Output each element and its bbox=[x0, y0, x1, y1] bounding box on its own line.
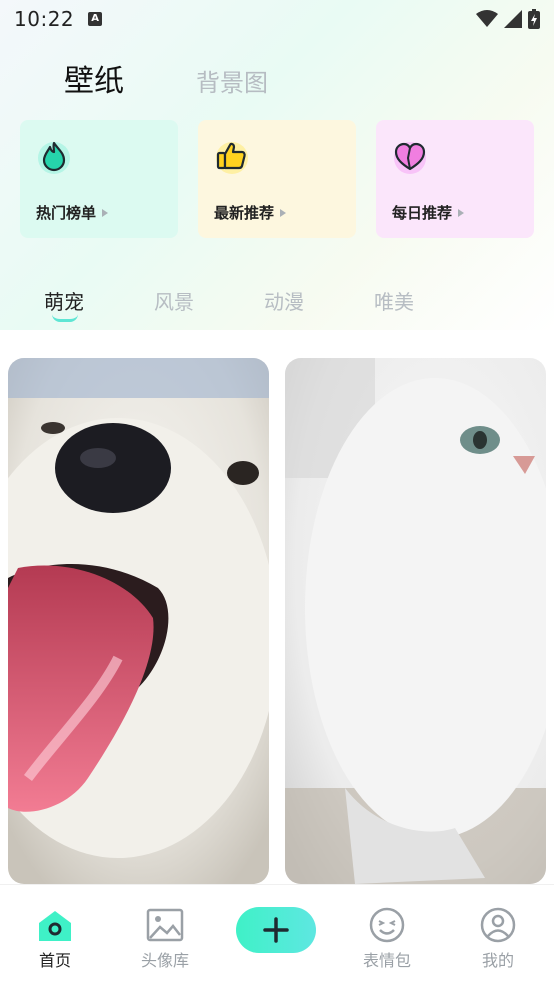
card-latest-recommend[interactable]: 最新推荐 bbox=[198, 120, 356, 238]
nav-label: 我的 bbox=[481, 951, 514, 970]
nav-avatar-library[interactable]: 头像库 bbox=[120, 907, 210, 971]
wifi-icon bbox=[476, 10, 498, 27]
wallpaper-grid bbox=[8, 358, 546, 884]
card-label: 最新推荐 bbox=[214, 202, 287, 223]
tab-wallpaper[interactable]: 壁纸 bbox=[64, 56, 124, 100]
tab-pets[interactable]: 萌宠 bbox=[44, 286, 154, 322]
battery-icon bbox=[528, 9, 540, 29]
tab-background[interactable]: 背景图 bbox=[196, 63, 268, 100]
nav-mine[interactable]: 我的 bbox=[453, 907, 543, 971]
status-bar: 10:22 A bbox=[0, 0, 554, 38]
thumbs-up-icon bbox=[214, 138, 250, 174]
flame-icon bbox=[36, 138, 72, 174]
notification-icon: A bbox=[88, 12, 103, 26]
top-tabs: 壁纸 背景图 bbox=[64, 56, 268, 100]
category-tabs: 萌宠 风景 动漫 唯美 bbox=[44, 286, 484, 322]
nav-home[interactable]: 首页 bbox=[10, 907, 100, 971]
card-label: 热门榜单 bbox=[36, 202, 109, 223]
active-tab-indicator bbox=[52, 314, 78, 322]
tab-anime[interactable]: 动漫 bbox=[264, 286, 374, 315]
plus-icon bbox=[263, 917, 289, 943]
nav-label: 首页 bbox=[38, 951, 71, 970]
status-indicators bbox=[476, 9, 540, 29]
image-icon bbox=[146, 908, 184, 942]
add-button[interactable] bbox=[236, 907, 316, 953]
signal-icon bbox=[504, 10, 522, 28]
arrow-right-icon bbox=[280, 208, 287, 217]
nav-label: 表情包 bbox=[362, 951, 411, 970]
feature-cards: 热门榜单 最新推荐 每日推荐 bbox=[20, 120, 534, 238]
tab-aesthetic[interactable]: 唯美 bbox=[374, 286, 484, 315]
tab-scenery[interactable]: 风景 bbox=[154, 286, 264, 315]
bottom-nav: 首页 头像库 表情包 我的 bbox=[0, 884, 554, 984]
card-hot-ranking[interactable]: 热门榜单 bbox=[20, 120, 178, 238]
card-label: 每日推荐 bbox=[392, 202, 465, 223]
smiley-icon bbox=[369, 907, 405, 943]
user-icon bbox=[480, 907, 516, 943]
arrow-right-icon bbox=[458, 208, 465, 217]
card-daily-recommend[interactable]: 每日推荐 bbox=[376, 120, 534, 238]
heart-icon bbox=[392, 138, 428, 174]
wallpaper-cat[interactable] bbox=[285, 358, 546, 884]
status-time: 10:22 bbox=[14, 7, 75, 31]
wallpaper-dog[interactable] bbox=[8, 358, 269, 884]
nav-stickers[interactable]: 表情包 bbox=[342, 907, 432, 971]
home-icon bbox=[39, 911, 71, 941]
arrow-right-icon bbox=[102, 208, 109, 217]
nav-label: 头像库 bbox=[140, 951, 189, 970]
